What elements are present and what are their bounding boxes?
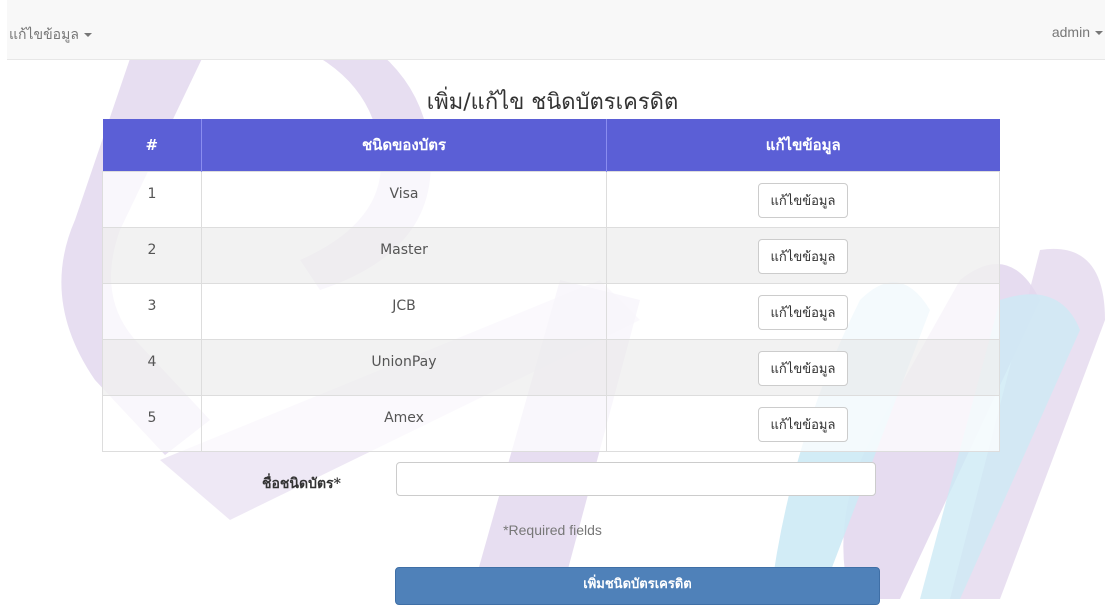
edit-button[interactable]: แก้ไขข้อมูล — [757, 295, 849, 330]
edit-button[interactable]: แก้ไขข้อมูล — [757, 239, 849, 274]
table-row: 4 UnionPay แก้ไขข้อมูล — [102, 339, 1000, 396]
edit-button[interactable]: แก้ไขข้อมูล — [757, 183, 849, 218]
user-dropdown-label: admin — [1051, 24, 1090, 40]
row-number: 1 — [102, 171, 202, 228]
caret-down-icon — [83, 33, 92, 38]
row-number: 4 — [102, 339, 202, 396]
edit-data-dropdown-label: แก้ไขข้อมูล — [9, 26, 79, 42]
table-row: 5 Amex แก้ไขข้อมูล — [102, 395, 1000, 452]
card-name-label: ชื่อชนิดบัตร* — [262, 476, 341, 492]
page-title: เพิ่ม/แก้ไข ชนิดบัตรเครดิต — [426, 90, 679, 115]
row-action-cell: แก้ไขข้อมูล — [606, 227, 1000, 284]
row-card-name: UnionPay — [201, 339, 607, 396]
user-dropdown[interactable]: admin — [1052, 24, 1103, 40]
edit-data-dropdown[interactable]: แก้ไขข้อมูล — [9, 24, 92, 46]
required-fields-note: *Required fields — [503, 522, 602, 538]
row-action-cell: แก้ไขข้อมูล — [606, 395, 1000, 452]
row-number: 5 — [102, 395, 202, 452]
row-number: 2 — [102, 227, 202, 284]
header-card-type: ชนิดของบัตร — [201, 119, 607, 172]
row-action-cell: แก้ไขข้อมูล — [606, 339, 1000, 396]
row-action-cell: แก้ไขข้อมูล — [606, 171, 1000, 228]
table-header-row: # ชนิดของบัตร แก้ไขข้อมูล — [102, 119, 1000, 172]
row-card-name: Master — [201, 227, 607, 284]
edit-button[interactable]: แก้ไขข้อมูล — [757, 351, 849, 386]
card-types-table: # ชนิดของบัตร แก้ไขข้อมูล 1 Visa แก้ไขข้… — [102, 119, 1000, 452]
header-edit: แก้ไขข้อมูล — [606, 119, 1000, 172]
header-number: # — [102, 119, 202, 172]
edit-button[interactable]: แก้ไขข้อมูล — [757, 407, 849, 442]
row-card-name: Visa — [201, 171, 607, 228]
row-card-name: Amex — [201, 395, 607, 452]
add-card-type-button[interactable]: เพิ่มชนิดบัตรเครดิต — [395, 567, 880, 605]
row-action-cell: แก้ไขข้อมูล — [606, 283, 1000, 340]
card-name-input[interactable] — [396, 462, 876, 496]
row-card-name: JCB — [201, 283, 607, 340]
row-number: 3 — [102, 283, 202, 340]
table-row: 1 Visa แก้ไขข้อมูล — [102, 171, 1000, 228]
caret-down-icon — [1095, 31, 1103, 36]
top-navbar: แก้ไขข้อมูล admin — [7, 0, 1105, 60]
table-row: 2 Master แก้ไขข้อมูล — [102, 227, 1000, 284]
table-row: 3 JCB แก้ไขข้อมูล — [102, 283, 1000, 340]
